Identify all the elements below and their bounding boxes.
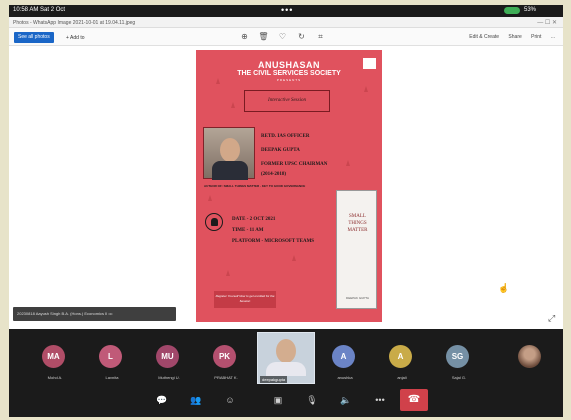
photo-viewer[interactable]: ANUSHASAN THE CIVIL SERVICES SOCIETY PRE… [9,46,563,329]
speaker-years: (2014-2018) [261,172,286,177]
print-button[interactable]: Print [531,34,541,40]
end-call-icon[interactable]: ☎ [400,389,428,411]
photos-toolbar: See all photos + Add to ⊕ 🗑 ♡ ↻ ⌗ Edit & Cre… [9,28,563,46]
participant-name: PRABHAT K. [214,375,238,380]
participants-strip: MA Mohd A. L Lavnita MU Muthengi U. PK P… [9,332,563,384]
speaker-info: RETD. IAS OFFICER DEEPAK GUPTA FORMER UP… [261,132,327,180]
participant-tile[interactable]: MU Muthengi U. [143,332,195,384]
mic-icon[interactable]: 🎙 [305,393,319,407]
avatar: PK [213,345,236,368]
participant-name: Muthengi U. [158,375,180,380]
tree-decoration-icon [226,270,230,276]
register-banner: Register Yourself Now to get enrolled fo… [214,291,276,308]
event-platform: PLATFORM - MICROSOFT TEAMS [232,239,315,244]
speaker-title: RETD. IAS OFFICER [261,134,310,139]
multitask-dots-icon[interactable]: ••• [281,5,293,15]
see-all-photos-button[interactable]: See all photos [14,32,54,43]
poster-title: ANUSHASAN [257,60,320,70]
share-button[interactable]: Share [508,34,521,40]
video-body-shape [266,362,306,376]
participant-tile[interactable]: PK PRABHAT K. [200,332,252,384]
tree-decoration-icon [208,195,212,201]
participant-name: Mohd A. [47,375,63,380]
book-author: DEEPAK GUPTA [346,296,369,300]
poster-subtitle: THE CIVIL SERVICES SOCIETY [237,70,341,77]
tree-decoration-icon [231,102,235,108]
participant-tile[interactable]: A anushka [319,332,371,384]
event-poster: ANUSHASAN THE CIVIL SERVICES SOCIETY PRE… [196,50,382,322]
reactions-icon[interactable]: ☺ [223,393,237,407]
status-bar: 10:58 AM Sat 2 Oct ••• 53% [9,5,563,17]
screen-share-label[interactable]: 20230818 Aayush Singh B.A. (Hons.) Econo… [13,307,176,321]
participant-name: anjali [397,375,407,380]
battery-indicator: 53% [524,7,537,13]
rotate-icon[interactable]: ↻ [292,32,311,41]
avatar: MA [42,345,65,368]
speaker-photo [203,127,255,180]
participant-name: anushka [337,375,353,380]
participant-name: Lavnita [105,375,119,380]
delete-icon[interactable]: 🗑 [254,32,273,41]
avatar: L [99,345,122,368]
heart-icon[interactable]: ♡ [273,32,292,41]
participant-tile[interactable]: SG Sajal G. [433,332,485,384]
video-head-shape [276,339,296,363]
event-time: TIME - 11 AM [232,228,264,233]
active-call-icon[interactable] [504,7,520,14]
session-box: Interactive Session [244,90,330,112]
speaker-suit-shape [212,161,248,180]
avatar: SG [446,345,469,368]
crop-icon[interactable]: ⌗ [311,32,330,42]
speaker-icon[interactable]: 🔈 [339,393,353,407]
tree-decoration-icon [292,255,296,261]
participant-name: deepakgupta [260,376,288,383]
poster-header: ANUSHASAN THE CIVIL SERVICES SOCIETY PRE… [196,60,382,82]
see-all-photos-label: See all photos [18,34,50,40]
participant-photo-avatar[interactable] [518,345,541,368]
speaker-head-shape [220,138,240,162]
more-icon[interactable]: ••• [373,393,387,407]
author-of-line: AUTHOR OF: SMALL THINGS MATTER - KEY TO … [204,184,306,188]
add-to-button[interactable]: + Add to [66,35,85,41]
participant-tile[interactable]: MA Mohd A. [29,332,81,384]
event-date: DATE - 2 OCT 2021 [232,217,276,222]
people-icon[interactable]: 👥 [189,393,203,407]
zoom-in-icon[interactable]: ⊕ [235,32,254,41]
chat-icon[interactable]: 💬 [155,393,169,407]
window-title: Photos - WhatsApp Image 2021-10-01 at 19… [13,20,136,26]
speaker-name: DEEPAK GUPTA [261,148,300,153]
status-time: 10:58 AM Sat 2 Oct [13,7,66,13]
book-title: SMALL THINGS MATTER [347,214,368,233]
camera-icon[interactable]: ▣ [271,393,285,407]
toolbar-right: Edit & Create Share Print ... [461,34,555,40]
device-screen: 10:58 AM Sat 2 Oct ••• 53% Photos - What… [9,5,563,417]
avatar: A [389,345,412,368]
edit-create-button[interactable]: Edit & Create [469,34,499,40]
participant-tile[interactable]: L Lavnita [86,332,138,384]
title-bar: Photos - WhatsApp Image 2021-10-01 at 19… [9,17,563,28]
participant-name: Sajal G. [451,375,467,380]
call-controls: 💬 👥 ☺ ▣ 🎙 🔈 ••• ☎ [9,384,563,417]
avatar: A [332,345,355,368]
society-logo-icon [363,58,376,69]
book-cover: SMALL THINGS MATTER DEEPAK GUPTA [336,190,377,309]
mouse-cursor-icon: ☝ [498,283,510,293]
teams-icon [205,213,223,231]
window-controls[interactable]: — ☐ ✕ [537,19,557,26]
image-tools: ⊕ 🗑 ♡ ↻ ⌗ [235,32,330,42]
speaker-role: FORMER UPSC CHAIRMAN [261,162,328,167]
tree-decoration-icon [364,86,368,92]
poster-presents: PRESENTS [276,78,302,82]
more-options-button[interactable]: ... [551,34,555,40]
participant-video-tile[interactable]: deepakgupta [257,332,315,384]
participant-tile[interactable]: A anjali [376,332,428,384]
tree-decoration-icon [346,160,350,166]
expand-icon[interactable]: ⤢ [548,313,555,324]
event-details: DATE - 2 OCT 2021 TIME - 11 AM PLATFORM … [232,214,314,247]
avatar: MU [156,345,179,368]
